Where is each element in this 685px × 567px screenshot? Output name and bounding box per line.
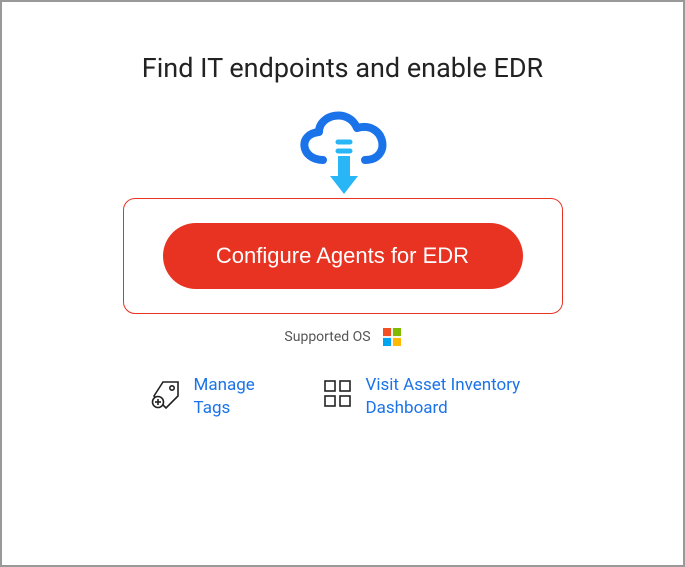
supported-os-label: Supported OS [284, 329, 370, 345]
tag-plus-icon [150, 378, 182, 414]
dashboard-icon [322, 378, 354, 414]
windows-icon [383, 328, 401, 346]
configure-agents-button[interactable]: Configure Agents for EDR [163, 223, 523, 289]
page-title: Find IT endpoints and enable EDR [142, 52, 543, 84]
cloud-download-icon [283, 98, 403, 202]
asset-inventory-link[interactable]: Visit Asset Inventory Dashboard [322, 374, 536, 420]
primary-action-highlight: Configure Agents for EDR [123, 198, 563, 314]
secondary-links: Manage Tags Visit Asset Inventory Dashbo… [42, 374, 643, 420]
supported-os-row: Supported OS [284, 328, 400, 346]
asset-inventory-label: Visit Asset Inventory Dashboard [366, 374, 536, 420]
manage-tags-label: Manage Tags [194, 374, 274, 420]
manage-tags-link[interactable]: Manage Tags [150, 374, 274, 420]
onboarding-card: Find IT endpoints and enable EDR Configu… [42, 52, 643, 420]
